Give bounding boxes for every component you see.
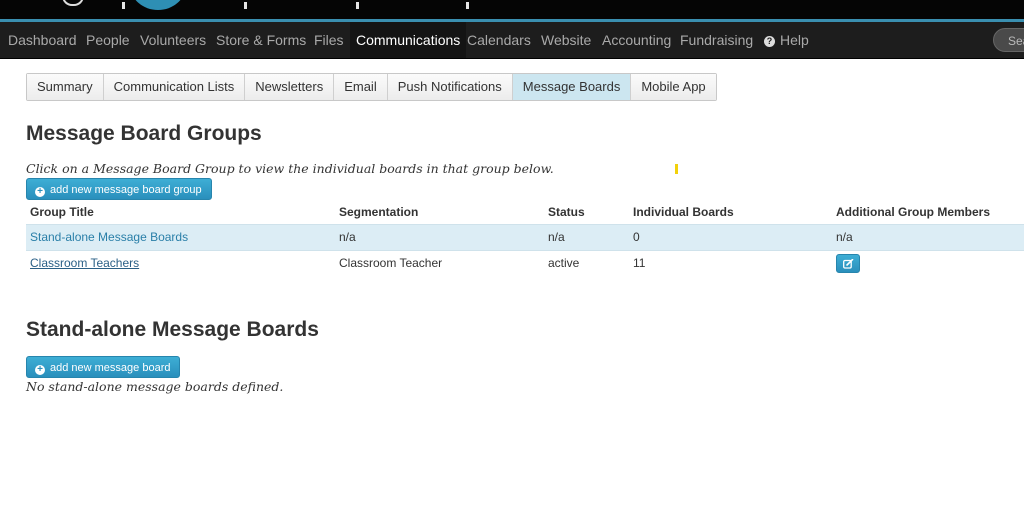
board-count-cell: 0 bbox=[633, 230, 640, 244]
edit-icon bbox=[843, 259, 854, 269]
nav-volunteers[interactable]: Volunteers bbox=[140, 22, 206, 58]
tab-newsletters[interactable]: Newsletters bbox=[245, 74, 335, 100]
logo-divider bbox=[356, 2, 359, 9]
sub-tabs: Summary Communication Lists Newsletters … bbox=[26, 73, 717, 101]
logo-divider bbox=[244, 2, 247, 9]
nav-help[interactable]: ? Help bbox=[764, 22, 809, 58]
status-cell: active bbox=[548, 256, 580, 270]
add-group-label: add new message board group bbox=[50, 184, 202, 196]
tab-mobile-app[interactable]: Mobile App bbox=[631, 74, 716, 100]
status-cell: n/a bbox=[548, 230, 565, 244]
tab-push-notifications[interactable]: Push Notifications bbox=[387, 74, 513, 100]
nav-files[interactable]: Files bbox=[314, 22, 344, 58]
col-status: Status bbox=[548, 205, 585, 219]
plus-circle-icon: + bbox=[35, 187, 45, 197]
nav-fundraising[interactable]: Fundraising bbox=[680, 22, 753, 58]
logo-circle bbox=[130, 0, 186, 10]
help-icon: ? bbox=[764, 36, 775, 47]
empty-state-text: No stand-alone message boards defined. bbox=[26, 379, 284, 394]
edit-members-button[interactable] bbox=[836, 254, 860, 273]
logo-divider bbox=[466, 2, 469, 9]
logo-divider bbox=[122, 2, 125, 9]
group-title-link[interactable]: Stand-alone Message Boards bbox=[30, 225, 188, 250]
segmentation-cell: Classroom Teacher bbox=[339, 256, 443, 270]
members-cell: n/a bbox=[836, 230, 853, 244]
nav-communications[interactable]: Communications bbox=[350, 22, 467, 58]
groups-table: Group Title Segmentation Status Individu… bbox=[26, 200, 1024, 276]
groups-heading: Message Board Groups bbox=[26, 122, 262, 145]
add-message-board-group-button[interactable]: + add new message board group bbox=[26, 178, 212, 200]
add-board-label: add new message board bbox=[50, 362, 171, 374]
tab-message-boards[interactable]: Message Boards bbox=[512, 74, 632, 100]
main-nav: Dashboard People Volunteers Store & Form… bbox=[0, 22, 1024, 59]
col-segmentation: Segmentation bbox=[339, 205, 419, 219]
tab-communication-lists[interactable]: Communication Lists bbox=[103, 74, 246, 100]
logo-mark bbox=[62, 0, 84, 6]
nav-accounting[interactable]: Accounting bbox=[602, 22, 671, 58]
plus-circle-icon: + bbox=[35, 365, 45, 375]
table-row: Stand-alone Message Boards n/a n/a 0 n/a bbox=[26, 224, 1024, 251]
nav-website[interactable]: Website bbox=[541, 22, 591, 58]
search-input[interactable]: Sea bbox=[993, 28, 1024, 52]
brand-bar bbox=[0, 0, 1024, 19]
groups-intro: Click on a Message Board Group to view t… bbox=[26, 161, 554, 176]
table-header-row: Group Title Segmentation Status Individu… bbox=[26, 200, 1024, 224]
nav-calendars[interactable]: Calendars bbox=[467, 22, 531, 58]
nav-help-label: Help bbox=[780, 32, 809, 48]
tab-email[interactable]: Email bbox=[334, 74, 388, 100]
nav-people[interactable]: People bbox=[86, 22, 130, 58]
tab-summary[interactable]: Summary bbox=[27, 74, 104, 100]
text-cursor-marker bbox=[675, 164, 678, 174]
nav-dashboard[interactable]: Dashboard bbox=[8, 22, 77, 58]
segmentation-cell: n/a bbox=[339, 230, 356, 244]
table-row: Classroom Teachers Classroom Teacher act… bbox=[26, 251, 1024, 276]
col-group-title: Group Title bbox=[30, 205, 94, 219]
group-title-link[interactable]: Classroom Teachers bbox=[30, 251, 139, 276]
add-message-board-button[interactable]: + add new message board bbox=[26, 356, 181, 378]
nav-store-forms[interactable]: Store & Forms bbox=[216, 22, 306, 58]
col-individual-boards: Individual Boards bbox=[633, 205, 734, 219]
board-count-cell: 11 bbox=[633, 256, 646, 270]
col-additional-members: Additional Group Members bbox=[836, 205, 991, 219]
standalone-heading: Stand-alone Message Boards bbox=[26, 318, 319, 341]
